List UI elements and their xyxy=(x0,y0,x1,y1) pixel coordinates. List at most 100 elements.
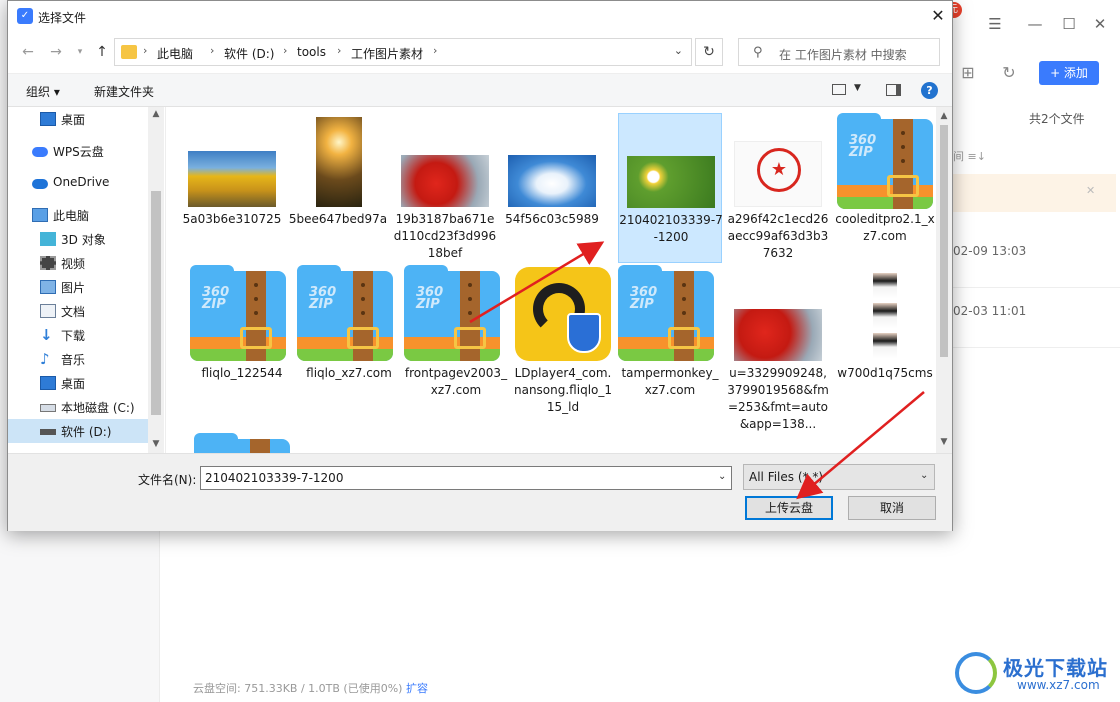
menu-icon[interactable]: ☰ xyxy=(985,14,1005,34)
help-icon[interactable]: ? xyxy=(921,82,938,99)
file-list-scrollbar[interactable]: ▲ ▼ xyxy=(936,107,952,453)
sidebar-item-label: 3D 对象 xyxy=(61,233,106,247)
new-folder-button[interactable]: 新建文件夹 xyxy=(94,83,154,100)
cloud-icon xyxy=(32,147,48,157)
desktop-icon xyxy=(40,112,56,126)
dialog-close-icon[interactable]: ✕ xyxy=(928,5,948,27)
navigation-scrollbar[interactable]: ▲ ▼ xyxy=(148,107,164,453)
sidebar-item-software-d[interactable]: 软件 (D:) xyxy=(8,419,148,443)
sidebar-item-pictures[interactable]: 图片 xyxy=(8,275,148,299)
organize-menu[interactable]: 组织 ▾ xyxy=(26,83,60,100)
file-tile[interactable]: u=3329909248,3799019568&fm=253&fmt=auto&… xyxy=(726,265,830,431)
file-tile[interactable]: 5a03b6e310725 xyxy=(180,113,284,263)
image-thumbnail xyxy=(188,151,276,207)
file-tile[interactable]: 360 ZIP frontpagev2003_xz7.com xyxy=(404,265,508,415)
breadcrumb-item[interactable]: 软件 (D:) xyxy=(224,45,274,62)
upload-button[interactable]: 上传云盘 xyxy=(745,496,833,520)
file-type-select[interactable]: All Files (*.*) xyxy=(743,464,935,490)
filename-dropdown-icon[interactable]: ⌄ xyxy=(718,471,726,482)
address-bar[interactable]: › 此电脑 › 软件 (D:) › tools › 工作图片素材 › ⌄ xyxy=(114,38,692,66)
app-logo-icon: ✓ xyxy=(17,8,33,24)
breadcrumb-item[interactable]: 此电脑 xyxy=(157,45,193,62)
sidebar-item-label: 下载 xyxy=(61,329,86,343)
sidebar-item-this-pc[interactable]: 此电脑 xyxy=(8,203,148,227)
watermark: 极光下载站 www.xz7.com xyxy=(955,650,1115,698)
file-tile[interactable]: ★ a296f42c1ecd26aecc99af63d3b37632 xyxy=(726,113,830,263)
view-options-icon[interactable] xyxy=(832,84,846,95)
breadcrumb-separator-icon[interactable]: › xyxy=(433,44,437,57)
file-tile[interactable]: 360 ZIP fliqlo_122544 xyxy=(190,265,294,415)
list-item[interactable]: 02-09 13:03 xyxy=(953,228,1120,288)
up-arrow-icon[interactable]: ↑ xyxy=(92,43,112,61)
view-dropdown-icon[interactable]: ▼ xyxy=(854,83,861,93)
file-tile[interactable]: 54f56c03c5989 xyxy=(500,113,604,263)
add-button[interactable]: + 添加 xyxy=(1039,61,1099,85)
dialog-footer: 文件名(N): 210402103339-7-1200 ⌄ All Files … xyxy=(8,453,952,531)
sidebar-item-label: 视频 xyxy=(61,257,86,271)
recent-dropdown-icon[interactable]: ▾ xyxy=(70,43,90,61)
breadcrumb-item[interactable]: 工作图片素材 xyxy=(351,45,423,62)
sidebar-item-desktop[interactable]: 桌面 xyxy=(8,107,148,131)
close-icon[interactable]: ✕ xyxy=(1090,14,1110,34)
scroll-up-icon[interactable]: ▲ xyxy=(936,111,952,121)
refresh-button[interactable]: ↻ xyxy=(695,38,723,66)
scroll-down-icon[interactable]: ▼ xyxy=(148,439,164,449)
file-tile[interactable]: LDplayer4_com.nansong.fliqlo_115_ld xyxy=(511,265,615,415)
file-tile[interactable]: 360 ZIP tampermonkey_xz7.com xyxy=(618,265,722,415)
forward-arrow-icon[interactable]: → xyxy=(46,43,66,61)
sidebar-item-wps-cloud[interactable]: WPS云盘 xyxy=(8,139,148,163)
zip-archive-icon: 360 ZIP xyxy=(618,265,714,361)
column-header[interactable]: 间 ≡↓ xyxy=(953,148,986,164)
breadcrumb-separator-icon[interactable]: › xyxy=(337,44,341,57)
minimize-icon[interactable]: — xyxy=(1025,14,1045,34)
image-thumbnail xyxy=(734,309,822,361)
search-input[interactable]: ⚲ 在 工作图片素材 中搜索 xyxy=(738,38,940,66)
document-icon xyxy=(40,304,56,318)
sidebar-item-label: 桌面 xyxy=(61,377,86,391)
maximize-icon[interactable]: ☐ xyxy=(1059,14,1079,34)
file-tile[interactable]: 5bee647bed97a xyxy=(286,113,390,263)
file-tile[interactable]: w700d1q75cms xyxy=(833,265,937,415)
watermark-url: www.xz7.com xyxy=(1017,678,1100,692)
file-name: tampermonkey_xz7.com xyxy=(621,366,719,397)
navigation-pane: 桌面 WPS云盘 OneDrive 此电脑 3D 对象 视频 图片 文档 ↓ 下… xyxy=(8,107,164,453)
sidebar-item-downloads[interactable]: ↓ 下载 xyxy=(8,323,148,347)
back-arrow-icon[interactable]: ← xyxy=(18,43,38,61)
scrollbar-thumb[interactable] xyxy=(151,191,161,415)
refresh-icon[interactable]: ↻ xyxy=(998,62,1020,84)
sidebar-item-onedrive[interactable]: OneDrive xyxy=(8,171,148,195)
file-name: 19b3187ba671ed110cd23f3d99618bef xyxy=(393,212,497,260)
new-folder-icon[interactable]: ⊞ xyxy=(957,62,979,84)
search-icon: ⚲ xyxy=(753,45,763,60)
list-item[interactable]: 02-03 11:01 xyxy=(953,288,1120,348)
sidebar-item-desktop[interactable]: 桌面 xyxy=(8,371,148,395)
scroll-up-icon[interactable]: ▲ xyxy=(148,109,164,119)
file-name: a296f42c1ecd26aecc99af63d3b37632 xyxy=(727,212,829,260)
file-tile-selected[interactable]: 210402103339-7-1200 xyxy=(618,113,723,263)
file-name: 54f56c03c5989 xyxy=(505,212,599,226)
preview-pane-icon[interactable] xyxy=(886,84,901,96)
file-tile[interactable]: 360 ZIP cooleditpro2.1_xz7.com xyxy=(833,113,937,263)
breadcrumb-separator-icon[interactable]: › xyxy=(210,44,214,57)
chevron-down-icon[interactable]: ⌄ xyxy=(674,44,683,57)
scrollbar-thumb[interactable] xyxy=(940,125,948,357)
chevron-down-icon[interactable]: ⌄ xyxy=(920,470,928,481)
sidebar-item-documents[interactable]: 文档 xyxy=(8,299,148,323)
row-date: 02-09 13:03 xyxy=(953,244,1027,258)
file-tile[interactable]: 360 ZIP fliqlo_xz7.com xyxy=(297,265,401,415)
filename-input[interactable]: 210402103339-7-1200 xyxy=(200,466,732,490)
expand-storage-link[interactable]: 扩容 xyxy=(406,682,428,695)
breadcrumb-separator-icon[interactable]: › xyxy=(143,44,147,57)
sidebar-item-local-disk-c[interactable]: 本地磁盘 (C:) xyxy=(8,395,148,419)
breadcrumb-item[interactable]: tools xyxy=(297,45,326,59)
sidebar-item-videos[interactable]: 视频 xyxy=(8,251,148,275)
cancel-button[interactable]: 取消 xyxy=(848,496,936,520)
sidebar-item-label: 软件 (D:) xyxy=(61,425,112,439)
file-tile[interactable]: 19b3187ba671ed110cd23f3d99618bef xyxy=(393,113,497,263)
scroll-down-icon[interactable]: ▼ xyxy=(936,437,952,447)
row-close-icon[interactable]: ✕ xyxy=(1086,184,1095,197)
breadcrumb-separator-icon[interactable]: › xyxy=(283,44,287,57)
search-placeholder: 在 工作图片素材 中搜索 xyxy=(779,48,907,62)
sidebar-item-3d-objects[interactable]: 3D 对象 xyxy=(8,227,148,251)
sidebar-item-music[interactable]: ♪ 音乐 xyxy=(8,347,148,371)
